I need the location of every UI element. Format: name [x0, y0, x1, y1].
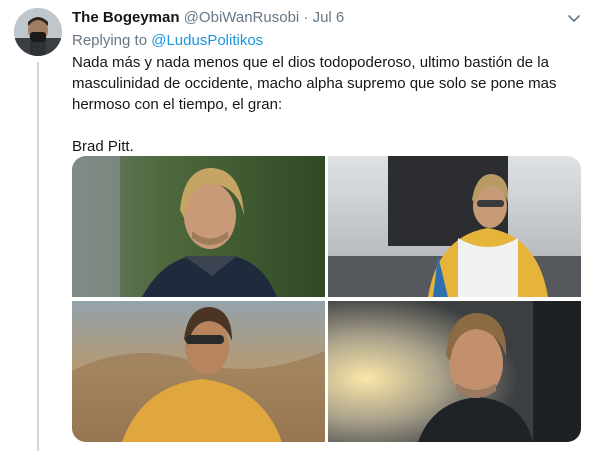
photo-2[interactable]: [328, 156, 581, 297]
replying-prefix: Replying to: [72, 32, 148, 49]
photo-4[interactable]: [328, 301, 581, 442]
chevron-down-icon[interactable]: [566, 10, 582, 26]
photo-1[interactable]: [72, 156, 325, 297]
replying-to-mention[interactable]: @LudusPolitikos: [151, 32, 263, 49]
avatar[interactable]: [14, 8, 62, 56]
photo-3[interactable]: [72, 301, 325, 442]
tweet[interactable]: The Bogeyman @ObiWanRusobi · Jul 6 Reply…: [0, 0, 595, 451]
author-handle[interactable]: @ObiWanRusobi: [184, 9, 300, 26]
tweet-paragraph: Nada más y nada menos que el dios todopo…: [72, 54, 557, 113]
media-grid: [72, 156, 581, 442]
author-name[interactable]: The Bogeyman: [72, 9, 180, 26]
tweet-header: The Bogeyman @ObiWanRusobi · Jul 6: [72, 9, 344, 29]
avatar-image: [14, 8, 62, 56]
tweet-text: Nada más y nada menos que el dios todopo…: [72, 52, 587, 157]
separator-dot: ·: [303, 9, 309, 26]
tweet-date[interactable]: Jul 6: [313, 9, 345, 26]
thread-line: [37, 62, 39, 451]
replying-to: Replying to @LudusPolitikos: [72, 32, 263, 49]
tweet-paragraph: Brad Pitt.: [72, 138, 134, 155]
avatar-column: [14, 8, 62, 56]
